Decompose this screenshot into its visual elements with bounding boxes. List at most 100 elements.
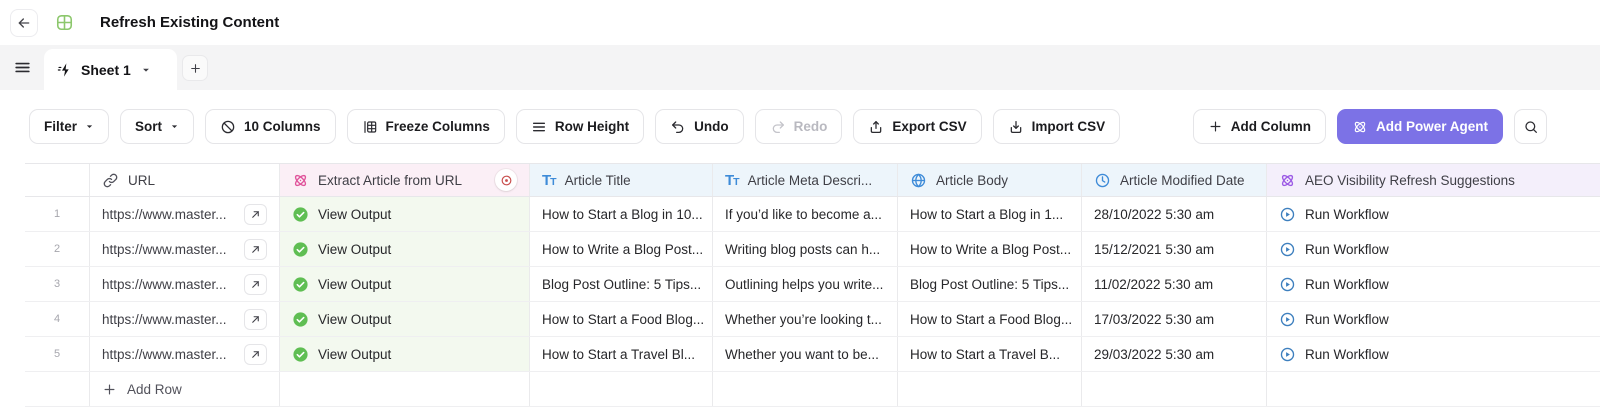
add-row-button[interactable]: Add Row bbox=[90, 372, 280, 406]
article-modified-date-cell[interactable]: 11/02/2022 5:30 am bbox=[1082, 267, 1267, 301]
filter-button[interactable]: Filter bbox=[29, 109, 110, 144]
article-title-text: How to Start a Blog in 10... bbox=[542, 206, 703, 222]
extract-output-cell[interactable]: View Output bbox=[280, 302, 530, 336]
article-modified-date-cell[interactable]: 29/03/2022 5:30 am bbox=[1082, 337, 1267, 371]
hide-columns-button[interactable]: 10 Columns bbox=[205, 109, 336, 144]
table-row: 3 https://www.master... View Output Blog… bbox=[25, 267, 1600, 302]
add-row-row: Add Row bbox=[25, 372, 1600, 407]
header-article-modified-date[interactable]: Article Modified Date bbox=[1082, 164, 1267, 196]
article-body-text: How to Start a Travel B... bbox=[910, 346, 1061, 362]
arrow-left-icon bbox=[16, 15, 32, 31]
header-aeo-suggestions[interactable]: AEO Visibility Refresh Suggestions bbox=[1267, 164, 1600, 196]
article-modified-date-cell[interactable]: 15/12/2021 5:30 am bbox=[1082, 232, 1267, 266]
play-circle-icon bbox=[1279, 241, 1296, 258]
article-meta-text: Writing blog posts can h... bbox=[725, 241, 881, 257]
add-column-button[interactable]: Add Column bbox=[1192, 109, 1326, 144]
chevron-down-icon bbox=[85, 122, 94, 131]
extract-output-cell[interactable]: View Output bbox=[280, 267, 530, 301]
open-url-button[interactable] bbox=[244, 343, 267, 365]
article-title-cell[interactable]: How to Start a Travel Bl... bbox=[530, 337, 713, 371]
url-link[interactable]: https://www.master... bbox=[102, 207, 227, 222]
article-date-text: 11/02/2022 5:30 am bbox=[1094, 276, 1214, 292]
chevron-down-icon bbox=[170, 122, 179, 131]
redo-button[interactable]: Redo bbox=[754, 109, 843, 144]
import-csv-button[interactable]: Import CSV bbox=[992, 109, 1121, 144]
header-row-number bbox=[25, 164, 90, 196]
article-title-cell[interactable]: Blog Post Outline: 5 Tips... bbox=[530, 267, 713, 301]
open-url-button[interactable] bbox=[244, 308, 267, 330]
extract-output-cell[interactable]: View Output bbox=[280, 232, 530, 266]
play-circle-icon bbox=[1279, 276, 1296, 293]
article-meta-cell[interactable]: Whether you want to be... bbox=[713, 337, 898, 371]
hamburger-icon bbox=[13, 58, 32, 77]
article-date-text: 29/03/2022 5:30 am bbox=[1094, 346, 1215, 362]
text-type-icon: TT bbox=[542, 171, 557, 189]
article-meta-cell[interactable]: Outlining helps you write... bbox=[713, 267, 898, 301]
url-cell: https://www.master... bbox=[90, 267, 280, 301]
atom-icon bbox=[1279, 172, 1296, 189]
article-body-cell[interactable]: Blog Post Outline: 5 Tips... bbox=[898, 267, 1082, 301]
redo-icon bbox=[770, 119, 786, 135]
article-meta-cell[interactable]: Whether you’re looking t... bbox=[713, 302, 898, 336]
menu-button[interactable] bbox=[12, 57, 33, 78]
add-sheet-button[interactable] bbox=[182, 55, 208, 81]
url-link[interactable]: https://www.master... bbox=[102, 347, 227, 362]
header-article-meta[interactable]: TT Article Meta Descri... bbox=[713, 164, 898, 196]
header-article-body[interactable]: Article Body bbox=[898, 164, 1082, 196]
article-modified-date-cell[interactable]: 17/03/2022 5:30 am bbox=[1082, 302, 1267, 336]
sort-label: Sort bbox=[135, 119, 163, 134]
open-url-button[interactable] bbox=[244, 238, 267, 260]
article-body-cell[interactable]: How to Write a Blog Post... bbox=[898, 232, 1082, 266]
header-extract-article[interactable]: Extract Article from URL bbox=[280, 164, 530, 196]
undo-button[interactable]: Undo bbox=[655, 109, 744, 144]
article-title-cell[interactable]: How to Start a Blog in 10... bbox=[530, 197, 713, 231]
extract-output-cell[interactable]: View Output bbox=[280, 197, 530, 231]
article-body-cell[interactable]: How to Start a Travel B... bbox=[898, 337, 1082, 371]
top-bar: Refresh Existing Content bbox=[0, 0, 1600, 45]
article-body-cell[interactable]: How to Start a Food Blog... bbox=[898, 302, 1082, 336]
article-title-text: Blog Post Outline: 5 Tips... bbox=[542, 276, 702, 292]
run-workflow-label: Run Workflow bbox=[1305, 276, 1389, 292]
run-workflow-cell[interactable]: Run Workflow bbox=[1267, 267, 1600, 301]
article-title-cell[interactable]: How to Start a Food Blog... bbox=[530, 302, 713, 336]
extract-output-cell[interactable]: View Output bbox=[280, 337, 530, 371]
open-url-button[interactable] bbox=[244, 203, 267, 225]
import-csv-label: Import CSV bbox=[1031, 119, 1106, 134]
url-link[interactable]: https://www.master... bbox=[102, 277, 227, 292]
run-workflow-cell[interactable]: Run Workflow bbox=[1267, 197, 1600, 231]
freeze-columns-button[interactable]: Freeze Columns bbox=[346, 109, 505, 144]
add-power-agent-label: Add Power Agent bbox=[1375, 119, 1488, 134]
article-meta-cell[interactable]: If you’d like to become a... bbox=[713, 197, 898, 231]
clock-icon bbox=[1094, 172, 1111, 189]
globe-icon bbox=[910, 172, 927, 189]
add-power-agent-button[interactable]: Add Power Agent bbox=[1336, 109, 1503, 144]
run-workflow-cell[interactable]: Run Workflow bbox=[1267, 232, 1600, 266]
atom-icon bbox=[1352, 119, 1368, 135]
article-title-text: How to Write a Blog Post... bbox=[542, 241, 704, 257]
record-status-badge[interactable] bbox=[495, 169, 517, 191]
url-link[interactable]: https://www.master... bbox=[102, 242, 227, 257]
add-row-label: Add Row bbox=[127, 381, 182, 397]
run-workflow-cell[interactable]: Run Workflow bbox=[1267, 302, 1600, 336]
header-url[interactable]: URL bbox=[90, 164, 280, 196]
back-button[interactable] bbox=[10, 8, 38, 37]
search-button[interactable] bbox=[1514, 109, 1547, 144]
article-meta-cell[interactable]: Writing blog posts can h... bbox=[713, 232, 898, 266]
url-link[interactable]: https://www.master... bbox=[102, 312, 227, 327]
header-url-label: URL bbox=[128, 172, 156, 188]
tab-sheet-1[interactable]: Sheet 1 bbox=[44, 49, 177, 90]
tab-label: Sheet 1 bbox=[81, 61, 131, 78]
article-body-cell[interactable]: How to Start a Blog in 1... bbox=[898, 197, 1082, 231]
article-meta-text: Whether you want to be... bbox=[725, 346, 879, 362]
redo-label: Redo bbox=[793, 119, 828, 134]
header-article-title[interactable]: TT Article Title bbox=[530, 164, 713, 196]
article-title-cell[interactable]: How to Write a Blog Post... bbox=[530, 232, 713, 266]
article-modified-date-cell[interactable]: 28/10/2022 5:30 am bbox=[1082, 197, 1267, 231]
export-csv-button[interactable]: Export CSV bbox=[853, 109, 982, 144]
empty-cell bbox=[1267, 372, 1600, 406]
open-url-button[interactable] bbox=[244, 273, 267, 295]
sort-button[interactable]: Sort bbox=[120, 109, 195, 144]
row-height-button[interactable]: Row Height bbox=[515, 109, 645, 144]
run-workflow-cell[interactable]: Run Workflow bbox=[1267, 337, 1600, 371]
undo-label: Undo bbox=[694, 119, 729, 134]
